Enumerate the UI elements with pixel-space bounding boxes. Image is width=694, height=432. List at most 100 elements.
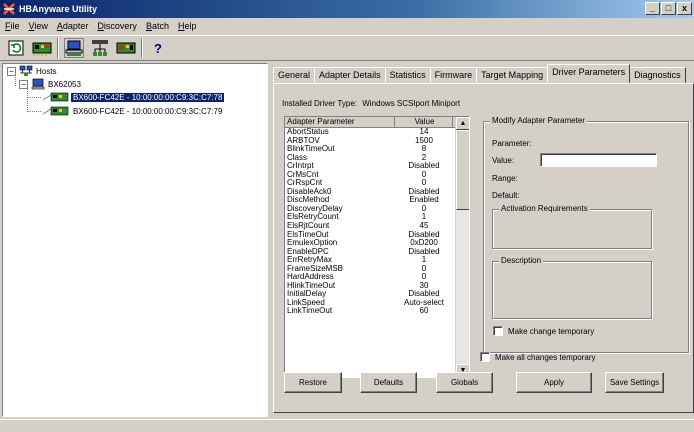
parameter-value: 60 (419, 306, 429, 316)
tree-node-host[interactable]: − BX62053 (19, 78, 81, 90)
parameter-row[interactable]: DisableAck0 Disabled (285, 187, 469, 197)
parameter-name: CrIntrpt (287, 162, 314, 171)
parameter-name: LinkSpeed (287, 298, 325, 307)
parameter-row[interactable]: ElsRetryCount 1 (285, 213, 469, 222)
save-settings-button[interactable]: Save Settings (605, 372, 664, 393)
tab-diagnostics[interactable]: Diagnostics (629, 67, 686, 83)
description-group: Description (492, 256, 652, 319)
restore-button[interactable]: Restore (284, 372, 342, 393)
parameter-name: DiscoveryDelay (287, 204, 343, 213)
parameter-row[interactable]: EnableDPC Disabled (285, 247, 469, 257)
apply-button[interactable]: Apply (516, 372, 592, 393)
menu-discovery[interactable]: Discovery (94, 21, 143, 31)
parameter-row[interactable]: ARBTOV 1500 (285, 136, 469, 146)
parameter-name: LinkTimeOut (287, 307, 333, 316)
tree-node-adapter-2[interactable]: BX600-FC42E - 10:00:00:00:C9:3C:C7:79 (43, 106, 224, 116)
local-hba-button[interactable] (115, 37, 137, 59)
parameter-row[interactable]: ErrRetryMax 1 (285, 256, 469, 265)
parameter-row[interactable]: DiscoveryDelay 0 (285, 204, 469, 214)
collapse-icon[interactable]: − (19, 79, 28, 89)
parameter-row[interactable]: EmulexOption 0xD200 (285, 239, 469, 248)
scroll-thumb[interactable] (456, 130, 469, 210)
parameter-row[interactable]: DiscMethod Enabled (285, 196, 469, 205)
column-header-value[interactable]: Value (395, 117, 453, 127)
parameter-row[interactable]: Class 2 (285, 153, 469, 163)
parameter-row[interactable]: LinkSpeed Auto-select (285, 298, 469, 308)
value-label: Value: (492, 156, 515, 165)
parameter-name: HlinkTimeOut (287, 281, 336, 290)
range-label: Range: (492, 174, 518, 183)
activation-requirements-group: Activation Requirements (492, 204, 652, 249)
toolbar-separator (141, 38, 143, 58)
tab-statistics[interactable]: Statistics (384, 67, 431, 83)
parameter-row[interactable]: HlinkTimeOut 30 (285, 281, 469, 291)
sort-by-fabric-button[interactable] (89, 37, 111, 59)
menu-file[interactable]: File (2, 21, 26, 31)
parameter-list[interactable]: Adapter Parameter Value AbortStatus 14 ARB… (284, 116, 470, 378)
parameter-row[interactable]: CrRspCnt 0 (285, 179, 469, 188)
discovery-tree[interactable]: − Hosts − BX62053 BX600-FC42E - 10:00:00… (2, 63, 268, 417)
parameter-name: CrMsCnt (287, 170, 319, 179)
tab-adapter-details[interactable]: Adapter Details (314, 67, 386, 83)
menu-batch[interactable]: Batch (143, 21, 175, 31)
description-title: Description (499, 256, 544, 265)
menu-view[interactable]: View (26, 21, 54, 31)
defaults-button[interactable]: Defaults (360, 372, 417, 393)
computer-icon (31, 78, 45, 90)
tab-driver-parameters[interactable]: Driver Parameters (547, 64, 631, 83)
host-sort-icon (64, 38, 84, 58)
parameter-name: ElsRetryCount (287, 213, 339, 222)
parameter-name: InitialDelay (287, 290, 327, 299)
parameter-name: ElsTimeOut (287, 230, 329, 239)
installed-driver-type: Installed Driver Type: Windows SCSIport … (282, 99, 460, 108)
tab-general[interactable]: General (273, 67, 316, 83)
adapter-card-button[interactable] (31, 37, 53, 59)
help-button[interactable]: ? (147, 37, 169, 59)
local-hba-icon (116, 42, 136, 54)
make-change-temporary-label: Make change temporary (508, 327, 595, 336)
hosts-icon (19, 65, 33, 76)
window-title: HBAnyware Utility (19, 4, 98, 14)
column-header-parameter[interactable]: Adapter Parameter (285, 117, 395, 127)
menu-help[interactable]: Help (175, 21, 203, 31)
installed-driver-label: Installed Driver Type: (282, 99, 357, 108)
close-button[interactable]: x (677, 2, 692, 15)
parameter-row[interactable]: CrIntrpt Disabled (285, 162, 469, 171)
parameter-row[interactable]: FrameSizeMSB 0 (285, 264, 469, 274)
parameter-name: DisableAck0 (287, 187, 332, 196)
hba-icon (43, 92, 69, 102)
make-change-temporary-checkbox[interactable] (493, 326, 503, 336)
adapter-card-icon (32, 42, 52, 56)
tree-label-host: BX62053 (48, 79, 81, 89)
parameter-name: ErrRetryMax (287, 256, 332, 265)
globals-button[interactable]: Globals (436, 372, 493, 393)
parameter-row[interactable]: HardAddress 0 (285, 273, 469, 282)
tab-target-mapping[interactable]: Target Mapping (476, 67, 549, 83)
help-icon: ? (154, 40, 162, 56)
menu-adapter[interactable]: Adapter (54, 21, 95, 31)
tree-node-hosts[interactable]: − Hosts (7, 65, 56, 77)
tab-firmware[interactable]: Firmware (429, 67, 478, 83)
parameter-rows: AbortStatus 14 ARBTOV 1500 BlinkTimeOut 8 Clas… (285, 127, 469, 316)
parameter-name: ElsRjtCount (287, 222, 330, 231)
parameter-name: Class (287, 153, 308, 162)
parameter-row[interactable]: CrMsCnt 0 (285, 170, 469, 180)
refresh-button[interactable] (5, 37, 27, 59)
maximize-button[interactable]: □ (661, 2, 676, 15)
parameter-row[interactable]: LinkTimeOut 60 (285, 307, 469, 316)
parameter-name: DiscMethod (287, 196, 330, 205)
app-icon (3, 3, 15, 15)
parameter-row[interactable]: BlinkTimeOut 8 (285, 145, 469, 154)
make-all-changes-temporary-checkbox[interactable] (480, 352, 490, 362)
parameter-scrollbar[interactable]: ▲ ▼ (455, 117, 469, 377)
parameter-row[interactable]: AbortStatus 14 (285, 127, 469, 137)
parameter-name: BlinkTimeOut (287, 145, 335, 154)
minimize-button[interactable]: _ (645, 2, 660, 15)
scroll-up-icon[interactable]: ▲ (456, 117, 469, 130)
tree-node-adapter-1[interactable]: BX600-FC42E - 10:00:00:00:C9:3C:C7:78 (43, 92, 225, 102)
value-input[interactable] (540, 153, 657, 167)
parameter-row[interactable]: ElsRjtCount 45 (285, 221, 469, 231)
collapse-icon[interactable]: − (7, 66, 16, 76)
sort-by-host-button[interactable] (63, 37, 85, 59)
parameter-row[interactable]: ElsTimeOut Disabled (285, 230, 469, 240)
